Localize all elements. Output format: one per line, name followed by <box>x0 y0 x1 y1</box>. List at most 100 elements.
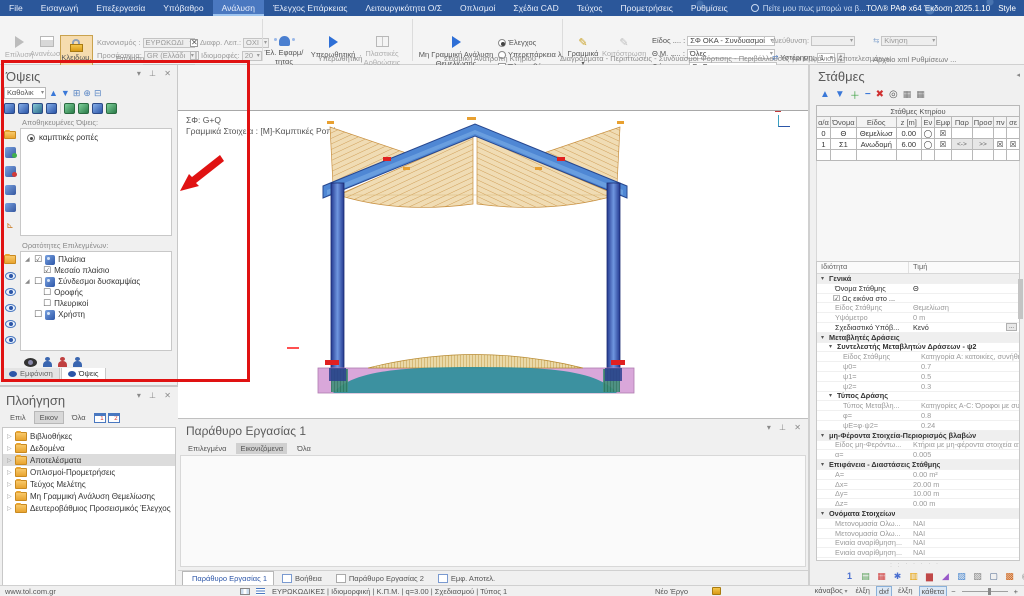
zoom-extents-icon[interactable]: ⊕ <box>83 87 91 99</box>
level-se-cell[interactable] <box>1007 150 1020 161</box>
website-link[interactable]: www.tol.com.gr <box>5 587 56 596</box>
camera-view-2-icon[interactable] <box>106 103 117 114</box>
tool-icon[interactable]: ◢ <box>940 571 951 582</box>
property-row[interactable]: Είδος μη-Φερόντω... Κτήρια με μη-φέροντα… <box>817 441 1019 451</box>
tree-item[interactable]: ☑ Μεσαίο πλαίσιο <box>21 265 171 276</box>
zoom-slider-thumb[interactable] <box>988 588 991 595</box>
tool-icon[interactable]: ▆ <box>924 571 935 582</box>
delete-view-icon[interactable] <box>5 166 16 177</box>
nonlinear-foundation-button[interactable]: Μη Γραμμική Ανάλυση Θεμελίωσης <box>418 36 494 68</box>
tool-icon[interactable]: ▨ <box>956 571 967 582</box>
group-blue-2-icon[interactable] <box>73 357 82 367</box>
snap-toggle[interactable]: κάναβος <box>813 586 850 596</box>
property-value[interactable]: Κατηγορίες Α-C: Όροφοι με συσχετισμένες … <box>917 401 1019 410</box>
level-pros-button[interactable]: >> <box>972 139 993 150</box>
property-value[interactable]: Θεμελίωση <box>909 303 1019 312</box>
level-name-cell[interactable]: Σ1 <box>830 139 856 150</box>
nav-item[interactable]: ▷ Οπλισμοί-Προμετρήσεις <box>3 466 175 478</box>
snap-toggle[interactable]: έλξη <box>896 586 915 596</box>
snap-toggle[interactable]: dxf <box>876 586 892 596</box>
property-value[interactable]: Κενό <box>909 323 1006 332</box>
tree-item[interactable]: ☐ Πλευρικοί <box>21 298 171 309</box>
expander-icon[interactable]: ▷ <box>7 493 12 500</box>
ribbon-tab[interactable]: Ανάλυση <box>213 0 264 16</box>
group-red-icon[interactable] <box>58 357 67 367</box>
work-window-content[interactable] <box>180 455 806 567</box>
ribbon-tab[interactable]: File <box>0 0 32 16</box>
property-row[interactable]: Α= 0.00 m² <box>817 470 1019 480</box>
move-up-icon[interactable]: ▲ <box>820 89 830 100</box>
tree-checkbox[interactable]: ☑ <box>34 254 42 265</box>
level-show-cell[interactable]: ☒ <box>934 128 951 139</box>
zoom-in-button[interactable]: + <box>1014 587 1018 596</box>
ribbon-tab[interactable]: Εισαγωγή <box>32 0 88 16</box>
views-panel-tab[interactable]: Όψεις <box>61 368 106 381</box>
reset-eye-icon[interactable] <box>5 336 16 344</box>
tool-icon[interactable]: ▧ <box>972 571 983 582</box>
applicability-check-button[interactable]: Έλ. Εφαρμ/τητας <box>264 36 304 66</box>
work-window-tab[interactable]: Όλα <box>293 443 315 454</box>
property-row[interactable]: Επιφάνεια - Διαστάσεις Στάθμης <box>817 460 1019 470</box>
property-row[interactable]: Ενιαία αναρίθμηση... ΝΑΙ <box>817 548 1019 558</box>
tool-icon[interactable]: ▢ <box>988 571 999 582</box>
level-row[interactable]: 1 Σ1 Ανωδομή 6.00 ◯ ☒ <-> >> ☒ ☒ <box>817 139 1020 150</box>
ribbon-tab[interactable]: Ρυθμίσεις <box>682 0 737 16</box>
views-panel-tab[interactable]: Εμφάνιση <box>2 368 60 381</box>
saved-views-list[interactable]: καμπτικές ροπές <box>20 128 172 236</box>
table-edit-icon[interactable]: ▦ <box>916 89 925 100</box>
visibility-eye-icon[interactable] <box>24 358 37 367</box>
document-tab[interactable]: Παράθυρο Εργασίας 1 <box>182 571 274 585</box>
refresh-button[interactable]: Ανανέωση <box>30 36 64 58</box>
level-pn-cell[interactable] <box>994 128 1007 139</box>
property-value[interactable]: 0.5 <box>917 372 1019 381</box>
expander-icon[interactable]: ▷ <box>7 505 12 512</box>
level-row[interactable] <box>817 150 1020 161</box>
level-par-button[interactable] <box>952 150 973 161</box>
tree-expander-icon[interactable]: ◢ <box>25 256 31 263</box>
tree-item[interactable]: ☐ Χρήστη <box>21 309 171 320</box>
property-row[interactable]: ψ0= 0.7 <box>817 362 1019 372</box>
ribbon-tab[interactable]: Οπλισμοί <box>451 0 504 16</box>
side-view-icon[interactable] <box>46 103 57 114</box>
tree-checkbox[interactable]: ☐ <box>43 298 51 309</box>
property-value[interactable]: Κατηγορία Α: κατοικίες, συνήθη κτίρια κα… <box>917 352 1019 361</box>
tool-icon[interactable]: ◉ <box>1020 571 1024 582</box>
level-row[interactable]: 0 Θ Θεμελίωσ 0.00 ◯ ☒ <box>817 128 1020 139</box>
property-value[interactable]: 0.00 m² <box>909 470 1019 479</box>
property-row[interactable]: Μετονομασία Ολω... ΝΑΙ <box>817 529 1019 539</box>
list-display-icon[interactable] <box>256 588 265 595</box>
level-name-cell[interactable] <box>830 150 856 161</box>
code-select[interactable]: ΕΥΡΩΚΩΔΙ <box>143 38 195 48</box>
property-row[interactable]: ψ1= 0.5 <box>817 372 1019 382</box>
property-value[interactable]: ΝΑΙ <box>909 529 1019 538</box>
tool-icon[interactable]: ▩ <box>1004 571 1015 582</box>
navigation-tab[interactable]: Εικον <box>34 411 64 424</box>
lamp-icon[interactable]: ◎ <box>889 89 898 100</box>
collapse-arrow-icon[interactable]: ◂ <box>1016 71 1020 79</box>
property-value[interactable]: 0.3 <box>917 382 1019 391</box>
property-value[interactable]: 0.8 <box>917 411 1019 420</box>
level-pros-button[interactable] <box>972 128 993 139</box>
property-row[interactable]: Δy= 10.00 m <box>817 490 1019 500</box>
level-par-button[interactable] <box>952 128 973 139</box>
tool-icon[interactable]: ▥ <box>908 571 919 582</box>
level-name-cell[interactable]: Θ <box>830 128 856 139</box>
ribbon-tab[interactable]: Έλεγχος Επάρκειας <box>264 0 356 16</box>
property-row[interactable]: Σχεδιαστικό Υπόβ... Κενό ... <box>817 323 1019 333</box>
nav-item[interactable]: ▷ Βιβλιοθήκες <box>3 430 175 442</box>
work-window-tab[interactable]: Επιλεγμένα <box>184 443 230 454</box>
properties-scrollbar[interactable] <box>1018 279 1023 319</box>
snap-toggle[interactable]: έλξη <box>853 586 872 596</box>
property-value[interactable]: Θ <box>909 284 1019 293</box>
zoom-slider[interactable] <box>962 591 1008 592</box>
level-enable-cell[interactable]: ◯ <box>921 128 934 139</box>
level-pn-cell[interactable]: ☒ <box>994 139 1007 150</box>
level-pros-button[interactable] <box>972 150 993 161</box>
motion-input[interactable]: Κίνηση <box>881 36 937 46</box>
ribbon-tab[interactable]: Σχέδια CAD <box>504 0 567 16</box>
property-row[interactable]: μη-Φέροντα Στοιχεία-Περιορισμός βλαβών <box>817 431 1019 441</box>
expander-icon[interactable]: ▷ <box>7 469 12 476</box>
property-browse-button[interactable]: ... <box>1006 323 1017 331</box>
remove-level-icon[interactable]: − <box>865 89 871 100</box>
navigation-tab[interactable]: Επιλ <box>4 411 32 424</box>
